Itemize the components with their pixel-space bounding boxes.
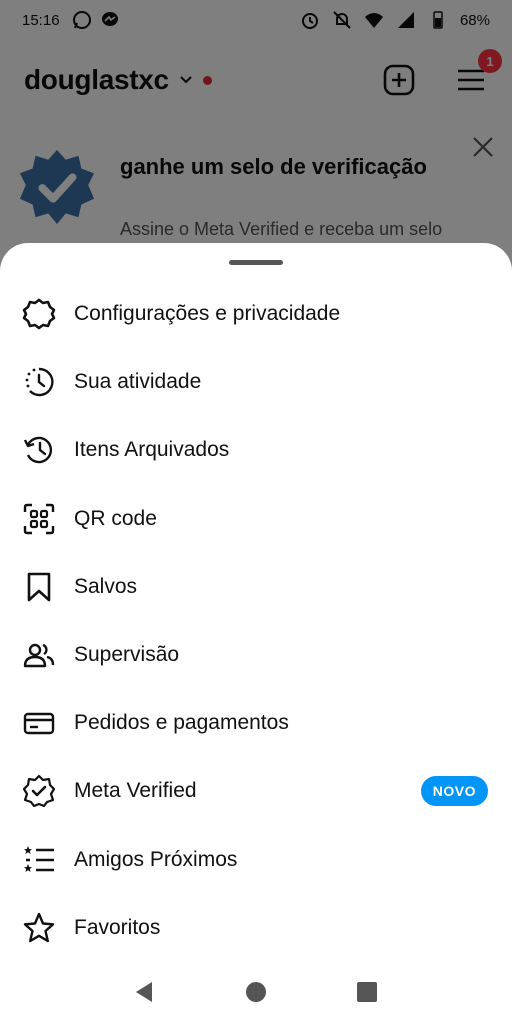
close-friends-icon bbox=[22, 843, 56, 877]
settings-icon bbox=[22, 297, 56, 331]
menu-item-close-friends[interactable]: Amigos Próximos bbox=[0, 826, 512, 894]
menu-item-label: Pedidos e pagamentos bbox=[74, 711, 289, 735]
menu-item-activity[interactable]: Sua atividade bbox=[0, 348, 512, 416]
menu-item-saved[interactable]: Salvos bbox=[0, 553, 512, 621]
menu-item-qr-code[interactable]: QR code bbox=[0, 485, 512, 553]
menu-item-meta-verified[interactable]: Meta Verified NOVO bbox=[0, 757, 512, 825]
supervision-icon bbox=[22, 638, 56, 672]
menu-item-label: Itens Arquivados bbox=[74, 438, 230, 462]
menu-item-label: Salvos bbox=[74, 574, 138, 598]
menu-item-label: Amigos Próximos bbox=[74, 847, 238, 871]
drag-handle[interactable] bbox=[229, 260, 283, 265]
bottom-sheet: Configurações e privacidade Sua atividad… bbox=[0, 243, 512, 1024]
menu-item-supervision[interactable]: Supervisão bbox=[0, 621, 512, 689]
menu-item-label: Favoritos bbox=[74, 915, 161, 939]
back-icon[interactable] bbox=[132, 979, 158, 1005]
recents-icon[interactable] bbox=[354, 979, 380, 1005]
activity-icon bbox=[22, 365, 56, 399]
new-badge: NOVO bbox=[420, 776, 488, 807]
menu-item-label: Configurações e privacidade bbox=[74, 302, 341, 326]
bookmark-icon bbox=[22, 570, 56, 604]
menu-item-orders-payments[interactable]: Pedidos e pagamentos bbox=[0, 689, 512, 757]
menu-item-settings[interactable]: Configurações e privacidade bbox=[0, 280, 512, 348]
menu-item-label: Meta Verified bbox=[74, 779, 197, 803]
menu-item-favorites[interactable]: Favoritos bbox=[0, 894, 512, 962]
archive-icon bbox=[22, 433, 56, 467]
verified-icon bbox=[22, 774, 56, 808]
home-icon[interactable] bbox=[243, 979, 269, 1005]
card-icon bbox=[22, 706, 56, 740]
menu-item-label: Sua atividade bbox=[74, 370, 202, 394]
system-nav-bar bbox=[0, 960, 512, 1024]
menu-item-label: Supervisão bbox=[74, 643, 180, 667]
qr-code-icon bbox=[22, 502, 56, 536]
star-icon bbox=[22, 911, 56, 945]
menu-item-archive[interactable]: Itens Arquivados bbox=[0, 416, 512, 484]
menu-list: Configurações e privacidade Sua atividad… bbox=[0, 280, 512, 962]
menu-item-label: QR code bbox=[74, 506, 157, 530]
